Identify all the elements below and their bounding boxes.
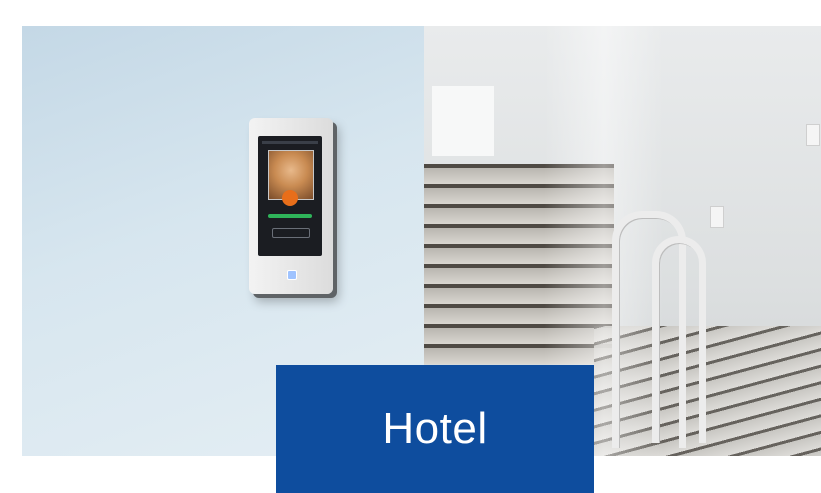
face-recognition-terminal-icon [249,118,333,294]
terminal-screen [258,136,322,256]
sensor-light [287,270,297,280]
stairwell-window [432,86,494,156]
wall-lamp [710,206,724,228]
category-label-text: Hotel [382,404,488,453]
screen-status-bar [262,141,318,144]
screen-label-box [272,228,310,238]
verification-bar [268,214,312,218]
category-label[interactable]: Hotel [276,365,594,493]
wall-lamp [806,124,820,146]
handrail-inner [652,236,706,443]
recognition-badge [282,190,298,206]
